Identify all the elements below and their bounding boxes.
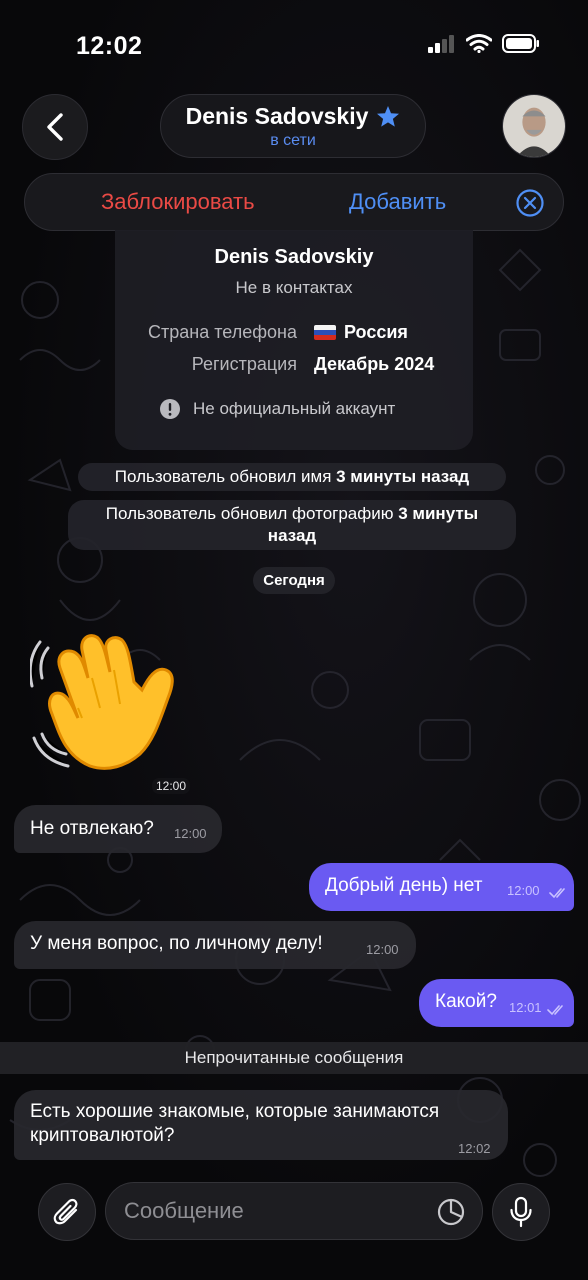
message-text: Добрый день) нет [325,875,483,896]
chevron-left-icon [47,113,63,141]
message-incoming[interactable]: Есть хорошие знакомые, которые занимаютс… [14,1090,508,1160]
close-icon[interactable] [515,188,545,218]
message-time: 12:02 [458,1141,491,1156]
status-time: 12:02 [76,32,143,60]
avatar-photo-icon [503,95,565,157]
message-input[interactable] [124,1183,424,1239]
action-bar: Заблокировать Добавить [24,173,564,231]
microphone-button[interactable] [492,1183,550,1241]
info-row-value: Россия [344,322,408,342]
status-icons [428,34,540,53]
waving-hand-sticker[interactable] [30,628,195,778]
message-time: 12:00 [174,826,207,841]
message-text: Не отвлекаю? [30,818,154,839]
service-message-photo: Пользователь обновил фотографию 3 минуты… [68,500,516,550]
back-button[interactable] [22,94,88,160]
avatar[interactable] [502,94,566,158]
message-outgoing[interactable]: Какой? 12:01 [419,979,574,1027]
message-time: 12:00 [366,942,399,957]
paperclip-icon [53,1198,78,1225]
date-chip: Сегодня [253,567,335,594]
unread-divider: Непрочитанные сообщения [0,1042,588,1074]
microphone-icon [510,1196,532,1228]
service-message-name: Пользователь обновил имя 3 минуты назад [78,463,506,491]
block-button[interactable]: Заблокировать [101,189,255,215]
message-time: 12:00 [507,883,540,898]
status-bar: 12:02 [0,0,588,90]
message-text: Есть хорошие знакомые, которые занимаютс… [30,1101,440,1146]
info-row-label: Регистрация [191,354,297,374]
message-text: У меня вопрос, по личному делу! [30,933,323,954]
service-text: Пользователь обновил фотографию [105,504,399,523]
message-text: Какой? [435,991,497,1012]
wifi-icon [466,34,492,53]
service-text: Пользователь обновил имя [114,467,337,486]
contact-info-card: Denis Sadovskiy Не в контактах Страна те… [115,230,473,450]
info-row-label: Страна телефона [148,322,297,342]
battery-icon [502,34,539,53]
info-card-subtitle: Не в контактах [235,278,353,297]
attach-button[interactable] [38,1183,96,1241]
message-time: 12:01 [509,1000,542,1015]
message-incoming[interactable]: У меня вопрос, по личному делу! 12:00 [14,921,416,969]
double-check-icon [547,1005,563,1016]
message-outgoing[interactable]: Добрый день) нет 12:00 [309,863,574,911]
message-input-container[interactable] [105,1182,483,1240]
star-icon [377,106,400,127]
signal-icon [428,34,454,53]
sticker-icon[interactable] [436,1197,466,1227]
add-contact-button[interactable]: Добавить [349,189,446,215]
service-time: 3 минуты назад [336,467,470,486]
info-row-value: Декабрь 2024 [314,354,435,374]
info-card-name: Denis Sadovskiy [214,246,374,268]
russia-flag-icon [314,325,336,340]
double-check-icon [549,888,565,899]
sticker-time: 12:00 [152,778,191,794]
unofficial-note-text: Не официальный аккаунт [193,399,396,418]
unofficial-note: Не официальный аккаунт [159,398,395,420]
exclamation-circle-icon [160,399,180,419]
chat-title[interactable]: Denis Sadovskiy в сети [160,94,426,158]
contact-name: Denis Sadovskiy [185,103,369,129]
message-incoming[interactable]: Не отвлекаю? 12:00 [14,805,222,853]
online-status: в сети [270,132,316,149]
